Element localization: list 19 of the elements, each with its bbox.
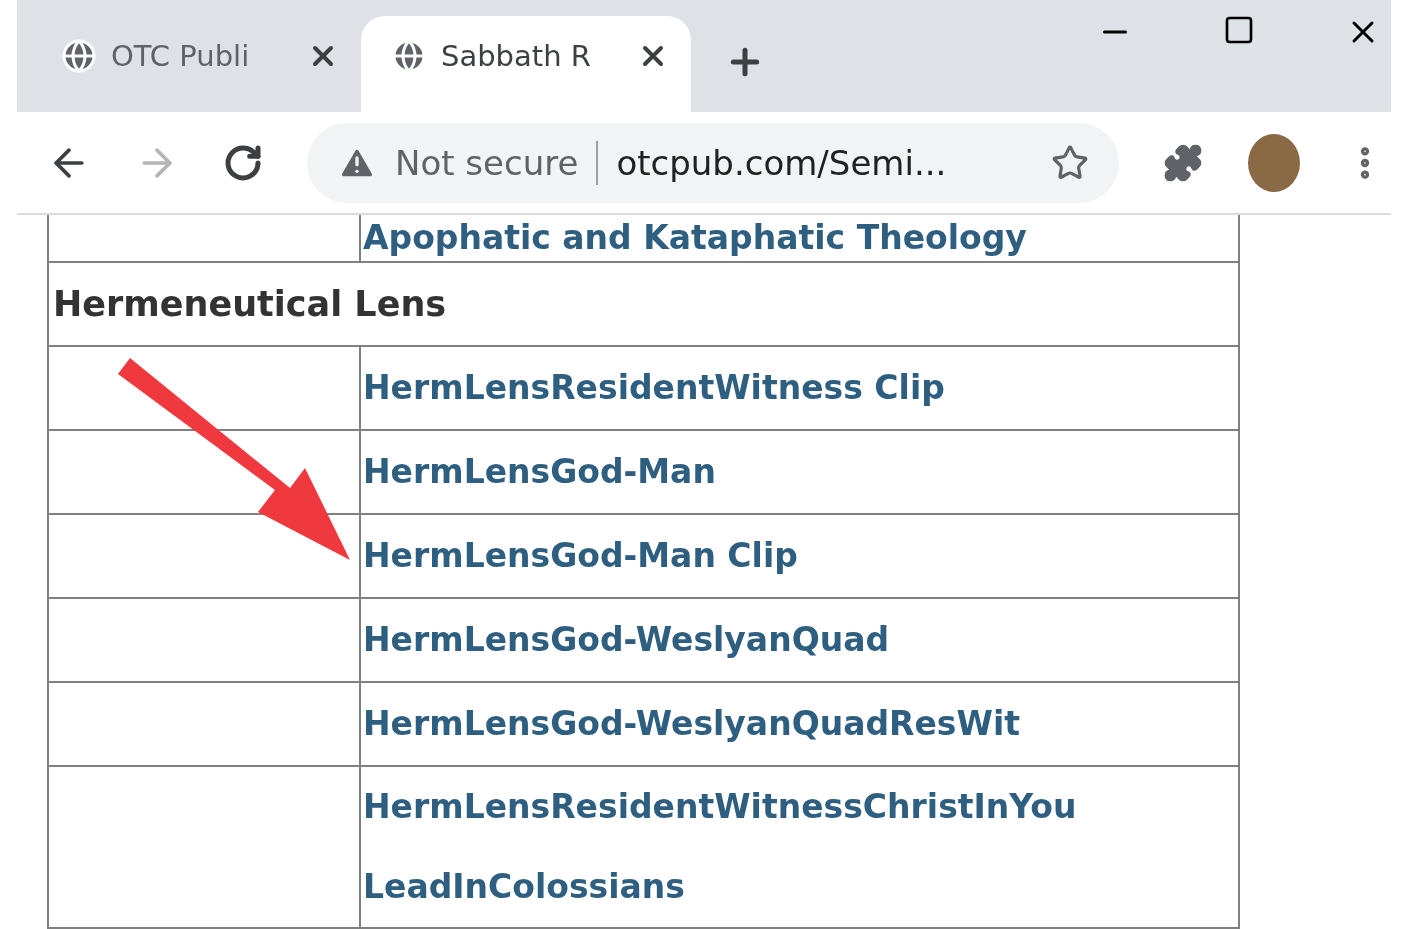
browser-tab[interactable]: OTC Publi — [31, 16, 361, 112]
section-heading: Hermeneutical Lens — [52, 283, 448, 326]
browser-tab[interactable]: Sabbath R — [361, 16, 691, 112]
document-link[interactable]: HermLensGod-WeslyanQuad — [361, 599, 1238, 681]
address-bar[interactable]: Not secure otcpub.com/Semi... — [307, 122, 1119, 203]
url-text: otcpub.com/Semi... — [616, 142, 948, 183]
document-link[interactable]: HermLensGod-WeslyanQuadResWit — [361, 683, 1238, 765]
document-link[interactable]: HermLensResidentWitness Clip — [361, 347, 1238, 429]
document-link[interactable]: Apophatic and Kataphatic Theology — [361, 215, 1238, 261]
document-link[interactable]: HermLensGod-Man Clip — [361, 515, 1238, 597]
star-icon[interactable] — [1051, 143, 1089, 182]
security-label: Not secure — [395, 142, 579, 183]
globe-icon — [61, 38, 97, 74]
tab-title: OTC Publi — [111, 39, 251, 73]
puzzle-icon[interactable] — [1163, 142, 1203, 183]
document-link[interactable]: HermLensGod-Man — [361, 431, 1238, 513]
tab-title: Sabbath R — [441, 39, 592, 73]
avatar-icon[interactable] — [1247, 132, 1301, 193]
document-link[interactable]: HermLensResidentWitnessChristInYou LeadInColossians — [361, 767, 1238, 927]
